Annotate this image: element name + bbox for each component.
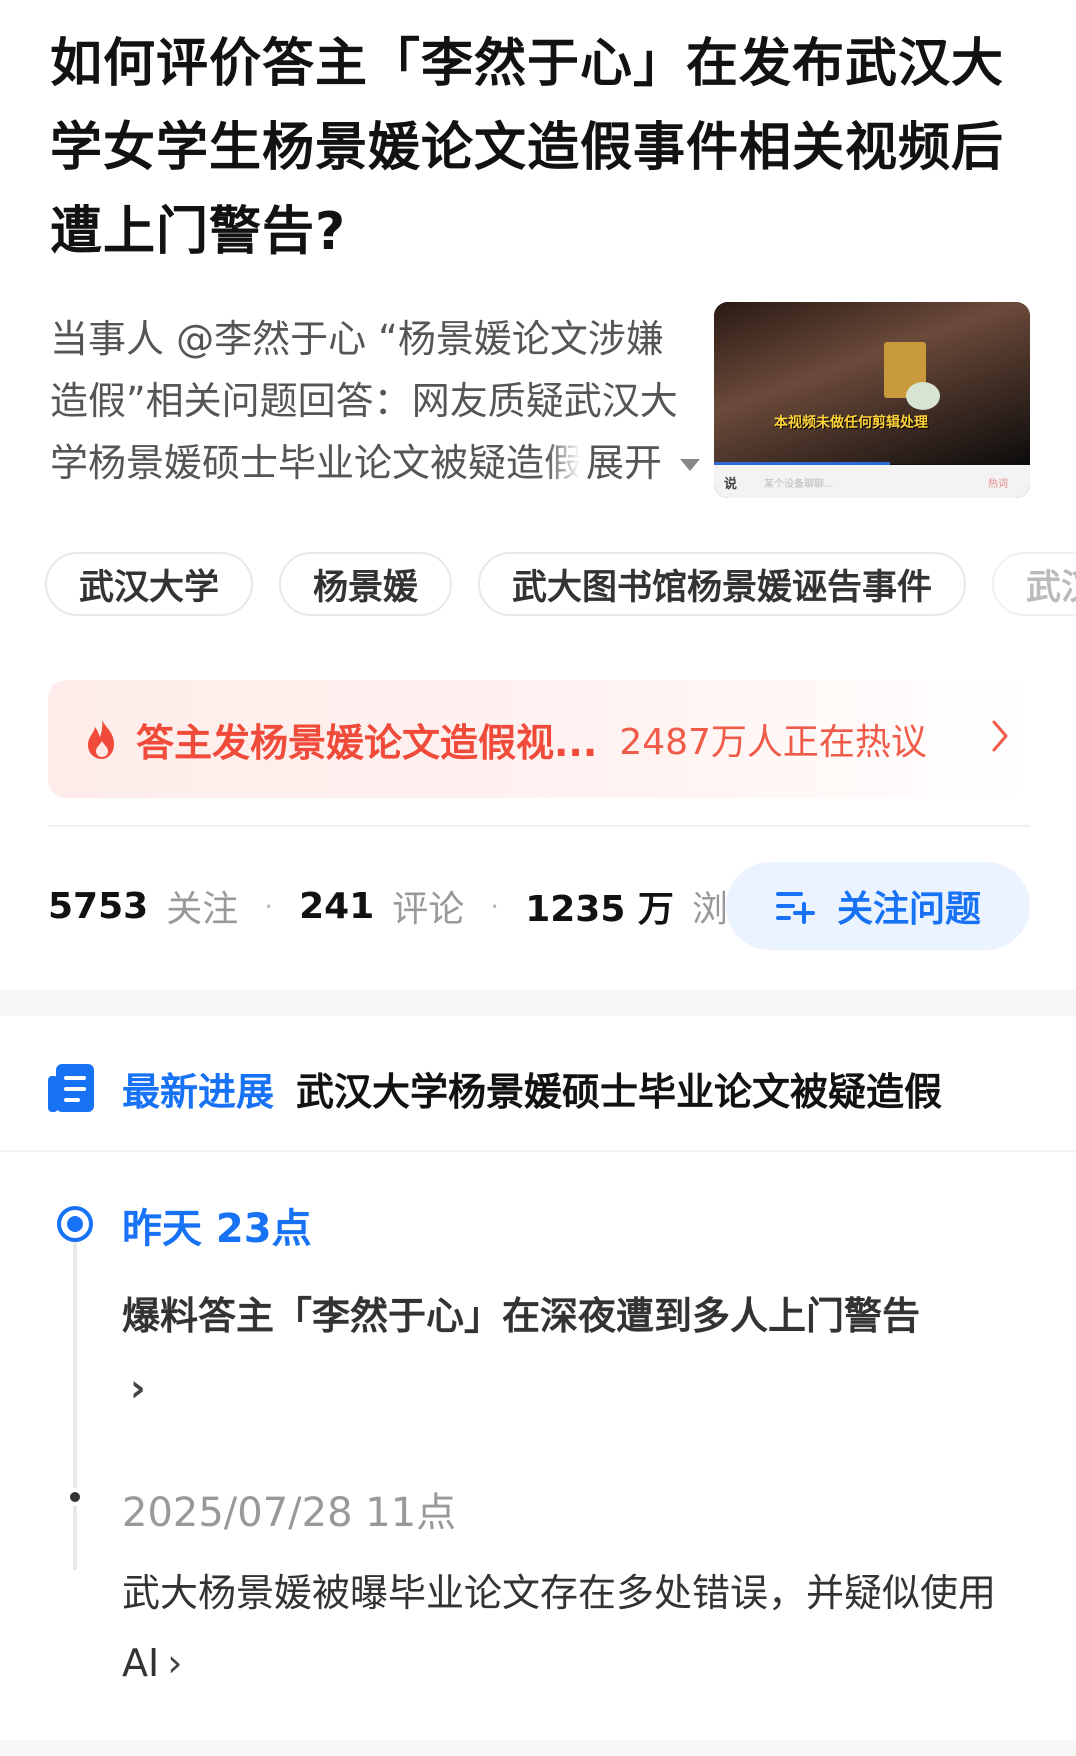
timeline-item[interactable]: 武大杨景媛被曝毕业论文存在多处错误，并疑似使用 AI › — [122, 1558, 1022, 1698]
video-bar-hot: 热词 — [988, 479, 1008, 490]
divider — [0, 1150, 1076, 1152]
timeline-item-text: 爆料答主「李然于心」在深夜遭到多人上门警告 — [122, 1294, 921, 1338]
section-gap — [0, 1740, 1076, 1756]
expand-button[interactable]: 展开 — [545, 432, 700, 494]
topic-tag[interactable]: 杨景媛 — [279, 552, 453, 616]
chevron-right-icon — [992, 720, 1008, 752]
question-stats: 5753 关注 · 241 评论 · 1235 万 浏览 — [48, 878, 764, 934]
comment-count[interactable]: 241 — [299, 886, 374, 927]
follow-count: 5753 — [48, 885, 149, 927]
separator-dot: · — [264, 889, 274, 923]
timeline-time: 昨天 23点 — [122, 1206, 312, 1252]
separator-dot: · — [490, 889, 500, 923]
video-source-logo: 说 — [724, 477, 738, 492]
timeline-active-dot-icon — [57, 1206, 93, 1242]
chevron-right-icon: › — [130, 1366, 146, 1410]
follow-question-button[interactable]: 关注问题 — [726, 862, 1030, 950]
video-thumbnail[interactable]: 本视频未做任何剪辑处理 说 某个设备聊聊... 热词 — [714, 302, 1030, 498]
topic-tag[interactable]: 武大图书馆杨景媛诬告事件 — [478, 552, 967, 616]
timeline-dot-icon — [66, 1488, 84, 1506]
latest-progress-header[interactable]: 最新进展 武汉大学杨景媛硕士毕业论文被疑造假 — [46, 1058, 942, 1118]
chevron-down-icon — [680, 459, 700, 471]
hot-discussion-banner[interactable]: 答主发杨景媛论文造假视... 2487万人正在热议 — [48, 680, 1030, 798]
news-icon — [48, 1064, 94, 1112]
topic-tag[interactable]: 武汉 — [992, 552, 1076, 616]
thumbnail-bag-shape — [906, 382, 940, 410]
video-frame — [714, 302, 1030, 464]
latest-progress-label: 最新进展 — [122, 1069, 275, 1114]
hot-topic-title: 答主发杨景媛论文造假视... — [136, 720, 598, 765]
follow-question-label: 关注问题 — [836, 889, 981, 930]
timeline-time: 2025/07/28 11点 — [122, 1490, 457, 1536]
divider — [48, 825, 1030, 827]
add-list-icon — [775, 892, 815, 924]
question-excerpt[interactable]: 当事人 @李然于心 “杨景媛论文涉嫌造假”相关问题回答：网友质疑武汉大学杨景媛硕… — [50, 308, 700, 494]
view-count: 1235 万 — [525, 889, 674, 930]
section-gap — [0, 990, 1076, 1016]
hot-discussion-count: 2487万人正在热议 — [619, 722, 927, 763]
question-title: 如何评价答主「李然于心」在发布武汉大学女学生杨景媛论文造假事件相关视频后遭上门警… — [50, 34, 1005, 262]
video-caption: 本视频未做任何剪辑处理 — [774, 415, 928, 431]
timeline-line — [73, 1240, 77, 1570]
follow-count-label: 关注 — [166, 889, 239, 930]
timeline-item[interactable]: 爆料答主「李然于心」在深夜遭到多人上门警告 › — [122, 1280, 1022, 1424]
comment-count-label[interactable]: 评论 — [392, 880, 464, 932]
latest-progress-headline: 武汉大学杨景媛硕士毕业论文被疑造假 — [296, 1069, 943, 1114]
expand-label: 展开 — [585, 441, 662, 485]
timeline-item-text: 武大杨景媛被曝毕业论文存在多处错误，并疑似使用 AI — [122, 1571, 997, 1685]
topic-tags: 武汉大学 杨景媛 武大图书馆杨景媛诬告事件 武汉 — [45, 552, 1076, 618]
flame-icon — [88, 719, 114, 759]
video-bar-text: 某个设备聊聊... — [764, 479, 834, 490]
chevron-right-icon: › — [167, 1641, 183, 1685]
video-info-bar: 说 某个设备聊聊... 热词 — [714, 465, 1030, 498]
topic-tag[interactable]: 武汉大学 — [45, 552, 254, 616]
